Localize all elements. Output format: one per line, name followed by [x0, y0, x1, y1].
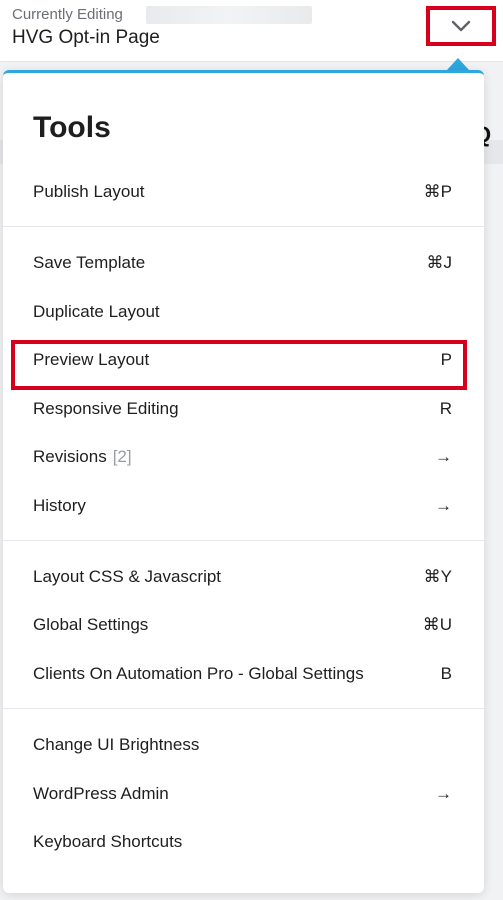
tools-menu-toggle-button[interactable]: [426, 6, 496, 46]
divider: [3, 226, 484, 227]
menu-item-revisions[interactable]: Revisions [2] →: [3, 435, 484, 479]
menu-item-label: Publish Layout: [33, 182, 145, 201]
menu-item-duplicate-layout[interactable]: Duplicate Layout: [3, 290, 484, 334]
tools-panel: Tools Publish Layout ⌘P Save Template ⌘J…: [3, 70, 484, 893]
panel-title: Tools: [33, 111, 111, 144]
shortcut-label: ⌘J: [426, 253, 453, 272]
chevron-down-icon: [451, 20, 471, 32]
editing-header: Currently Editing HVG Opt-in Page: [0, 0, 503, 62]
menu-item-clients-global-settings[interactable]: Clients On Automation Pro - Global Setti…: [3, 652, 484, 696]
arrow-right-icon: →: [435, 447, 452, 466]
menu-item-preview-layout[interactable]: Preview Layout P: [3, 338, 484, 382]
menu-item-layout-css-javascript[interactable]: Layout CSS & Javascript ⌘Y: [3, 555, 484, 599]
menu-item-label: Layout CSS & Javascript: [33, 567, 222, 586]
menu-item-keyboard-shortcuts[interactable]: Keyboard Shortcuts: [3, 820, 484, 864]
divider: [3, 540, 484, 541]
menu-item-label: Global Settings: [33, 615, 149, 634]
menu-item-responsive-editing[interactable]: Responsive Editing R: [3, 387, 484, 431]
menu-item-label: Change UI Brightness: [33, 735, 200, 754]
menu-item-history[interactable]: History →: [3, 484, 484, 528]
menu-item-label: Clients On Automation Pro - Global Setti…: [33, 664, 364, 683]
divider: [3, 708, 484, 709]
menu-item-label: Keyboard Shortcuts: [33, 832, 183, 851]
shortcut-label: R: [439, 399, 452, 418]
menu-item-label: Duplicate Layout: [33, 302, 160, 321]
shortcut-label: P: [440, 350, 452, 369]
shortcut-label: ⌘U: [422, 615, 452, 634]
menu-item-label: WordPress Admin: [33, 784, 169, 803]
menu-item-label: Save Template: [33, 253, 146, 272]
shortcut-label: B: [440, 664, 452, 683]
arrow-right-icon: →: [435, 784, 452, 803]
currently-editing-label: Currently Editing: [12, 6, 123, 23]
menu-item-save-template[interactable]: Save Template ⌘J: [3, 241, 484, 285]
menu-item-label: Responsive Editing: [33, 399, 179, 418]
redacted-text: [146, 6, 312, 24]
menu-item-global-settings[interactable]: Global Settings ⌘U: [3, 603, 484, 647]
revisions-count: [2]: [112, 447, 132, 466]
menu-item-label: Preview Layout: [33, 350, 150, 369]
panel-caret: [447, 58, 469, 70]
menu-item-label-wrap: Revisions [2]: [33, 447, 132, 467]
shortcut-label: ⌘Y: [423, 567, 452, 586]
shortcut-label: ⌘P: [423, 182, 452, 201]
page-title: HVG Opt-in Page: [12, 27, 160, 48]
menu-item-label: History: [33, 496, 86, 515]
menu-item-change-ui-brightness[interactable]: Change UI Brightness: [3, 723, 484, 767]
menu-item-publish-layout[interactable]: Publish Layout ⌘P: [3, 170, 484, 214]
menu-item-label: Revisions: [33, 447, 107, 466]
arrow-right-icon: →: [435, 496, 452, 515]
menu-item-wordpress-admin[interactable]: WordPress Admin →: [3, 772, 484, 816]
